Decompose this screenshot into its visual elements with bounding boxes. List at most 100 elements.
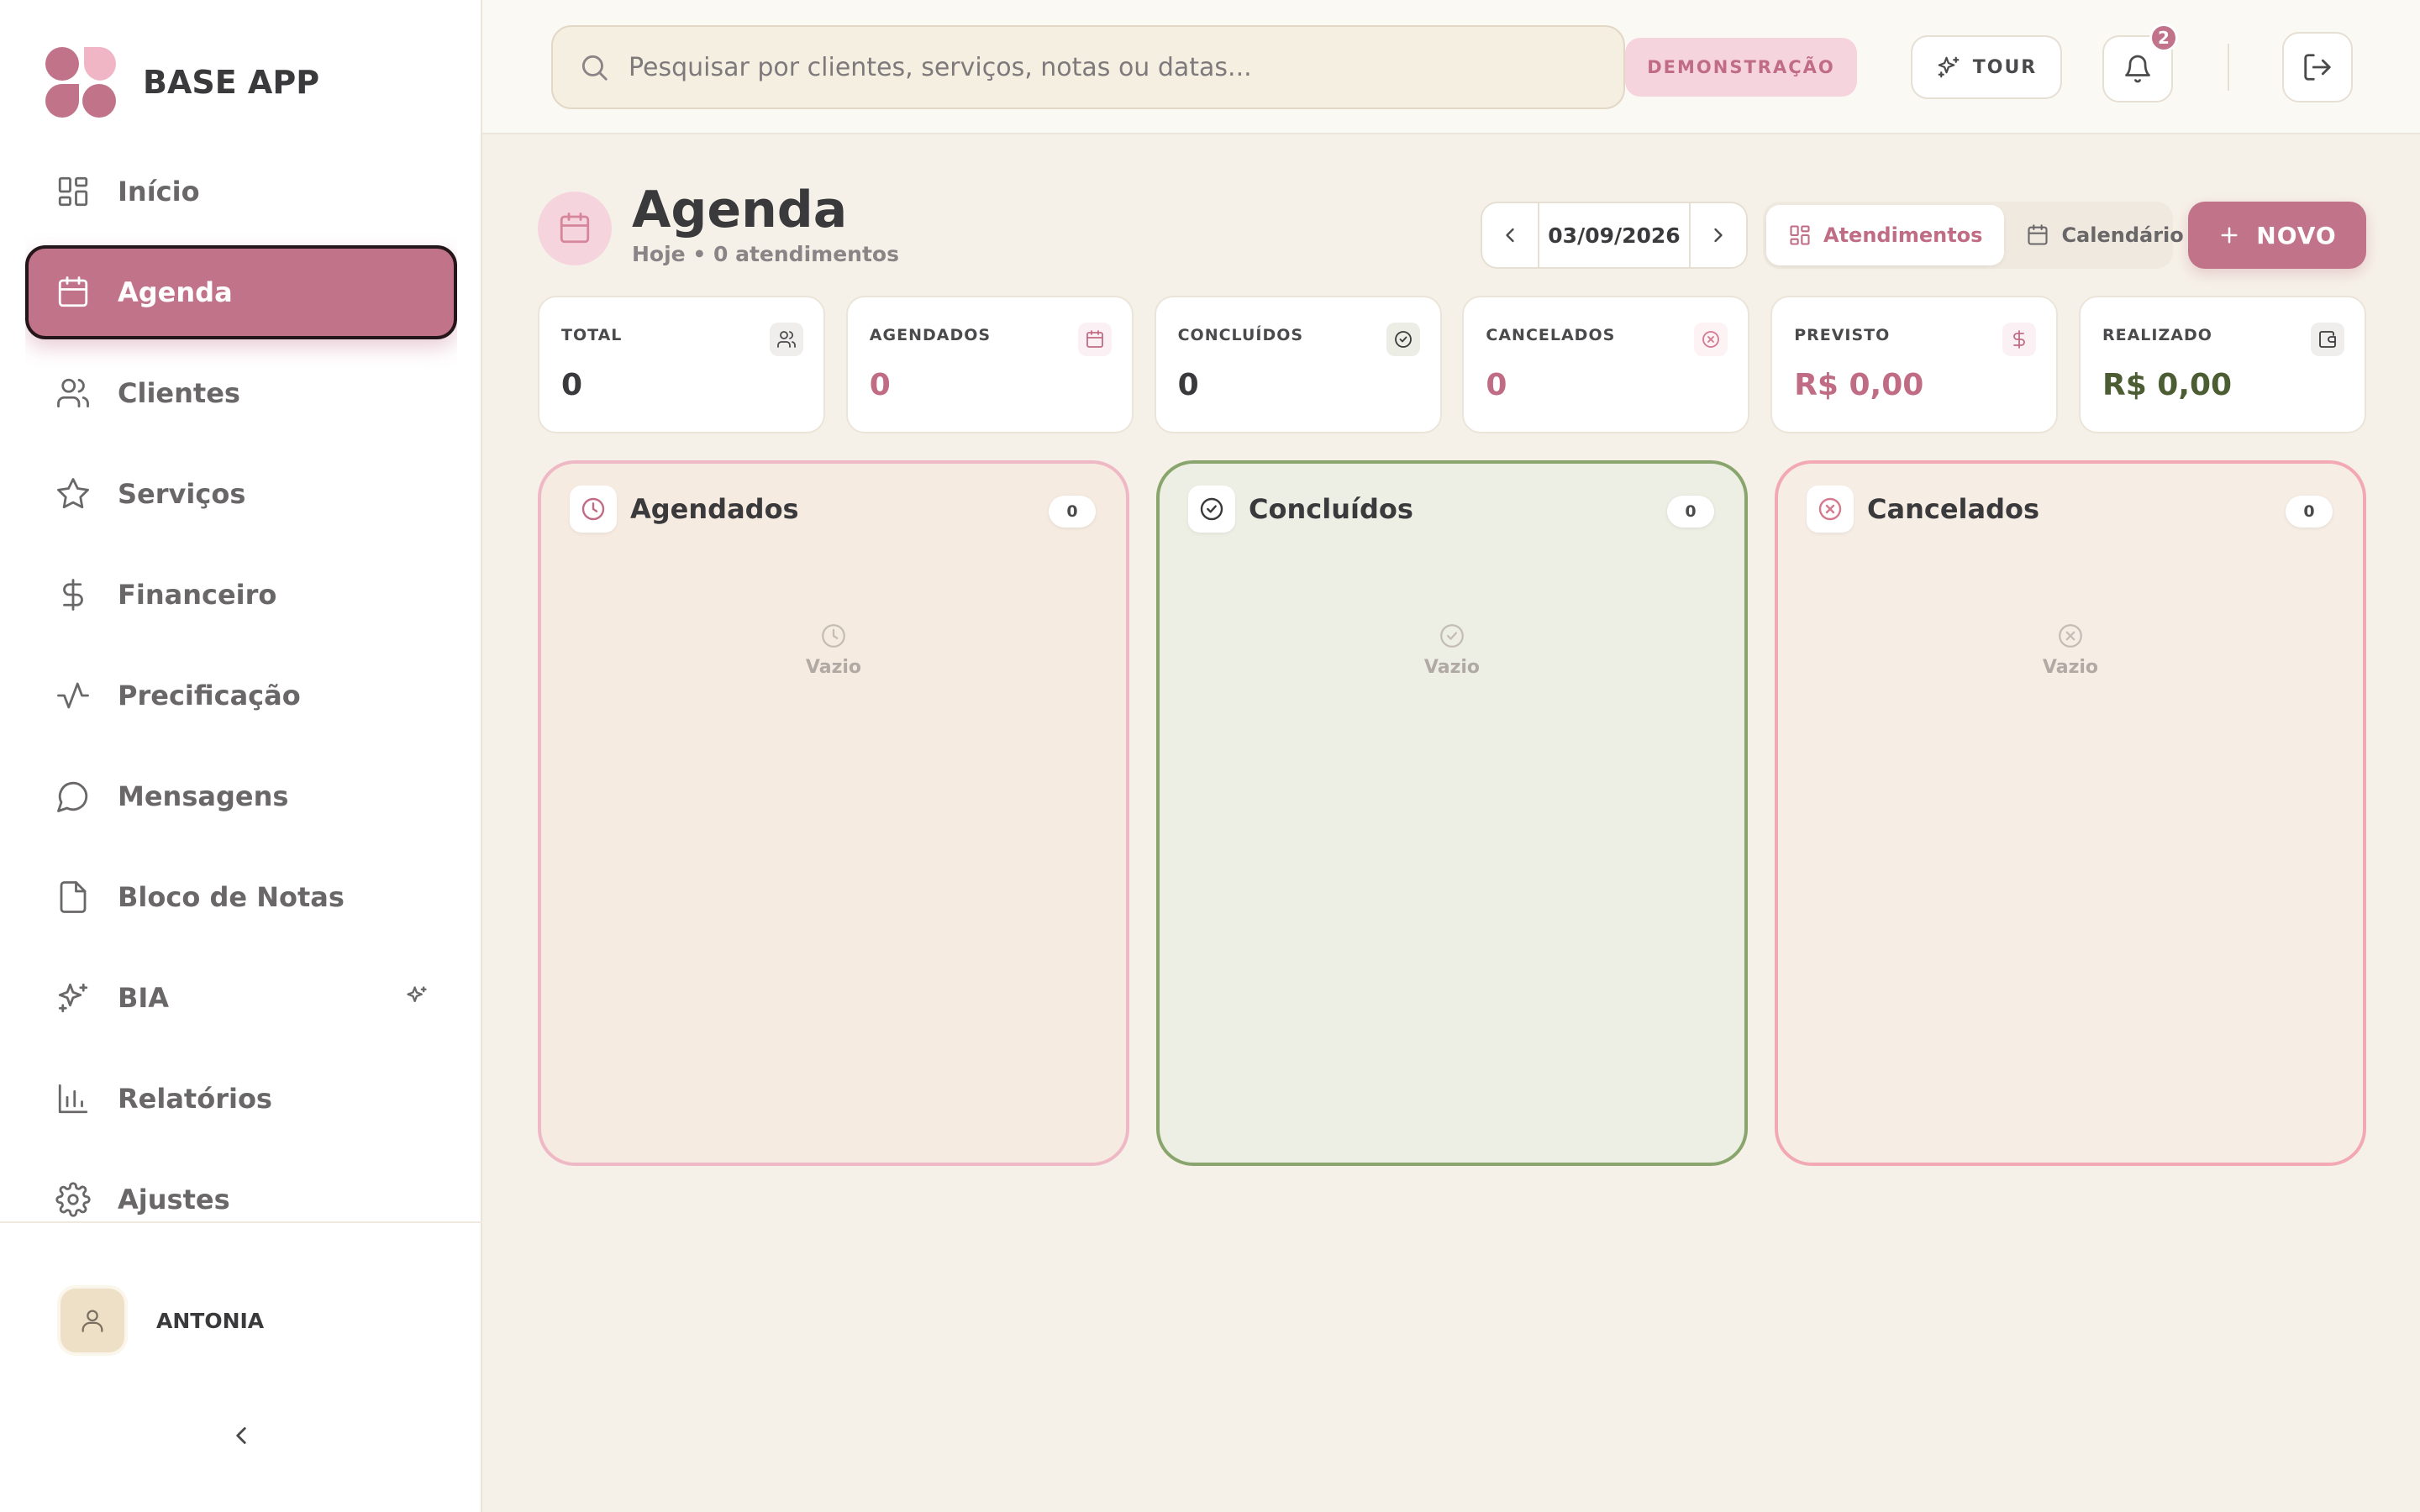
empty-state: Vazio	[541, 622, 1126, 678]
sidebar-item-agenda[interactable]: Agenda	[25, 245, 457, 339]
page-icon	[538, 192, 612, 265]
date-navigator: 03/09/2026	[1481, 202, 1748, 269]
sidebar-item-label: Clientes	[118, 377, 240, 409]
tab-label: Calendário	[2061, 223, 2184, 247]
next-day-button[interactable]	[1691, 203, 1746, 267]
clock-icon	[822, 624, 845, 648]
column-concluidos[interactable]: Concluídos 0 Vazio	[1156, 460, 1748, 1166]
topbar: DEMONSTRAÇÃO TOUR 2	[482, 0, 2420, 134]
page-title: Agenda	[632, 181, 848, 239]
sparkles-icon	[58, 983, 88, 1013]
sidebar-item-label: Financeiro	[118, 579, 277, 611]
current-date[interactable]: 03/09/2026	[1538, 203, 1691, 267]
sidebar-item-label: Precificação	[118, 680, 301, 711]
chevron-right-icon	[1714, 228, 1723, 243]
column-title: Cancelados	[1867, 493, 2040, 525]
new-label: NOVO	[2256, 221, 2337, 249]
calendar-icon	[1077, 323, 1112, 356]
sidebar-item-clientes[interactable]: Clientes	[25, 346, 457, 440]
sidebar-item-ajustes[interactable]: Ajustes	[25, 1152, 457, 1220]
search-icon	[581, 55, 608, 81]
sidebar-item-label: Serviços	[118, 478, 246, 510]
star-icon	[57, 478, 89, 509]
stat-value: 0	[1177, 368, 1199, 402]
logo-icon	[45, 47, 116, 118]
sidebar-item-label: BIA	[118, 982, 170, 1014]
view-toggle: Atendimentos Calendário	[1763, 202, 2184, 269]
sidebar-item-label: Relatórios	[118, 1083, 272, 1115]
sidebar: BASE APP Início Agenda Clientes Serviços…	[0, 0, 482, 1512]
column-count-badge: 0	[2286, 496, 2333, 528]
stat-value: 0	[1486, 368, 1507, 402]
empty-state: Vazio	[1778, 622, 2363, 678]
tab-calendario[interactable]: Calendário	[2004, 205, 2205, 265]
plus-icon	[2221, 227, 2238, 244]
clock-icon	[570, 486, 617, 533]
chevron-left-icon	[1506, 228, 1514, 243]
bar-chart-icon	[58, 1084, 88, 1114]
file-icon	[60, 881, 87, 913]
empty-text: Vazio	[805, 657, 862, 678]
stats-row: TOTAL 0 AGENDADOS 0 CONCLUÍDOS 0 CANCELA…	[538, 296, 2366, 433]
tab-atendimentos[interactable]: Atendimentos	[1766, 205, 2005, 265]
stat-card-realizado: REALIZADO R$ 0,00	[2078, 296, 2366, 433]
logout-button[interactable]	[2282, 32, 2353, 102]
calendar-icon	[58, 276, 88, 307]
column-count-badge: 0	[1667, 496, 1714, 528]
brand[interactable]: BASE APP	[44, 45, 319, 119]
sidebar-item-relatorios[interactable]: Relatórios	[25, 1052, 457, 1146]
sidebar-item-financeiro[interactable]: Financeiro	[25, 548, 457, 642]
user-name: ANTONIA	[156, 1308, 265, 1333]
tour-button[interactable]: TOUR	[1911, 35, 2062, 99]
sidebar-item-servicos[interactable]: Serviços	[25, 447, 457, 541]
x-circle-icon	[1807, 486, 1854, 533]
user-profile[interactable]: ANTONIA	[60, 1289, 264, 1352]
previous-day-button[interactable]	[1482, 203, 1538, 267]
x-circle-icon	[1694, 323, 1728, 356]
stat-card-total: TOTAL 0	[538, 296, 825, 433]
grid-icon	[1790, 225, 1810, 245]
sparkle-badge-icon	[407, 986, 427, 1002]
column-count-badge: 0	[1049, 496, 1096, 528]
notification-count-badge: 2	[2149, 24, 2178, 52]
demo-badge[interactable]: DEMONSTRAÇÃO	[1625, 38, 1857, 97]
new-appointment-button[interactable]: NOVO	[2188, 202, 2366, 269]
grid-icon	[58, 176, 88, 207]
sidebar-item-mensagens[interactable]: Mensagens	[25, 749, 457, 843]
sidebar-item-precificacao[interactable]: Precificação	[25, 648, 457, 743]
search-input[interactable]	[629, 52, 1553, 82]
sidebar-item-bia[interactable]: BIA	[25, 951, 457, 1045]
column-agendados[interactable]: Agendados 0 Vazio	[538, 460, 1129, 1166]
sidebar-nav: Início Agenda Clientes Serviços Financei…	[25, 144, 457, 1220]
sidebar-item-inicio[interactable]: Início	[25, 144, 457, 239]
stat-value: R$ 0,00	[2102, 368, 2233, 402]
sidebar-item-label: Agenda	[118, 276, 233, 308]
notifications-button[interactable]: 2	[2102, 24, 2178, 102]
kanban-board: Agendados 0 Vazio Concluídos 0 Vazio Can…	[538, 460, 2366, 1166]
user-icon	[82, 1310, 103, 1332]
message-icon	[57, 781, 88, 812]
column-cancelados[interactable]: Cancelados 0 Vazio	[1775, 460, 2366, 1166]
bell-icon	[2125, 55, 2150, 83]
gear-icon	[55, 1182, 91, 1217]
chevron-left-icon	[236, 1427, 246, 1444]
collapse-sidebar-button[interactable]	[227, 1421, 255, 1450]
empty-state: Vazio	[1160, 622, 1744, 678]
sidebar-footer: ANTONIA	[0, 1221, 482, 1512]
sidebar-item-bloco-de-notas[interactable]: Bloco de Notas	[25, 850, 457, 944]
column-title: Concluídos	[1249, 493, 1413, 525]
brand-name: BASE APP	[143, 64, 320, 101]
sidebar-item-label: Início	[118, 176, 200, 207]
activity-icon	[57, 682, 89, 709]
check-circle-icon	[1440, 624, 1464, 648]
tab-label: Atendimentos	[1823, 223, 1983, 247]
x-circle-icon	[2059, 624, 2082, 648]
column-title: Agendados	[630, 493, 799, 525]
stat-value: 0	[869, 368, 891, 402]
search-bar[interactable]	[551, 25, 1625, 109]
dollar-icon	[2002, 323, 2037, 356]
sidebar-item-label: Bloco de Notas	[118, 881, 345, 913]
stat-value: 0	[561, 368, 583, 402]
sidebar-item-label: Ajustes	[118, 1184, 230, 1215]
logout-icon	[2304, 54, 2331, 81]
